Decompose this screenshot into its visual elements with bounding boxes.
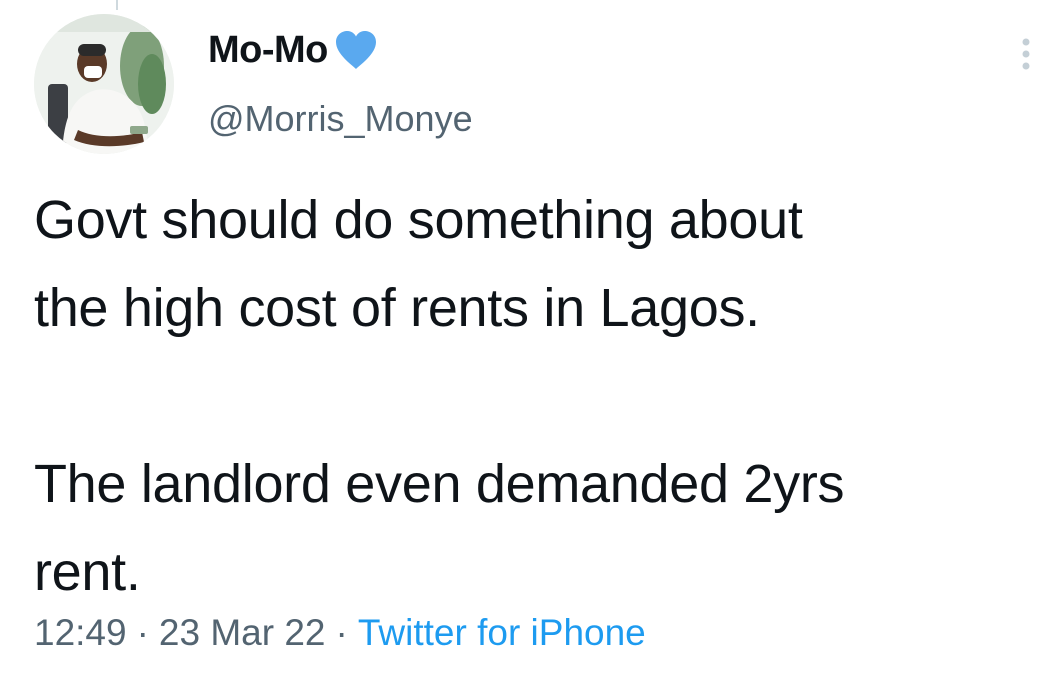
tweet-card: Mo-Mo @Morris_Monye Govt should do somet… xyxy=(0,0,1062,673)
display-name[interactable]: Mo-Mo xyxy=(208,29,328,72)
tweet-time[interactable]: 12:49 xyxy=(34,612,127,653)
blue-heart-icon xyxy=(332,29,380,71)
meta-separator: · xyxy=(335,612,348,653)
tweet-source-link[interactable]: Twitter for iPhone xyxy=(358,612,646,653)
more-vertical-icon[interactable] xyxy=(1014,36,1038,72)
tweet-date[interactable]: 23 Mar 22 xyxy=(159,612,326,653)
tweet-text: Govt should do something about the high … xyxy=(34,190,845,602)
thread-connector-line xyxy=(116,0,118,10)
name-row: Mo-Mo xyxy=(208,28,473,72)
user-handle[interactable]: @Morris_Monye xyxy=(208,98,473,140)
avatar-photo xyxy=(34,14,174,154)
tweet-metadata: 12:49 · 23 Mar 22 · Twitter for iPhone xyxy=(34,612,646,654)
meta-separator: · xyxy=(136,612,149,653)
tweet-header: Mo-Mo @Morris_Monye xyxy=(208,28,473,140)
avatar[interactable] xyxy=(34,14,174,154)
